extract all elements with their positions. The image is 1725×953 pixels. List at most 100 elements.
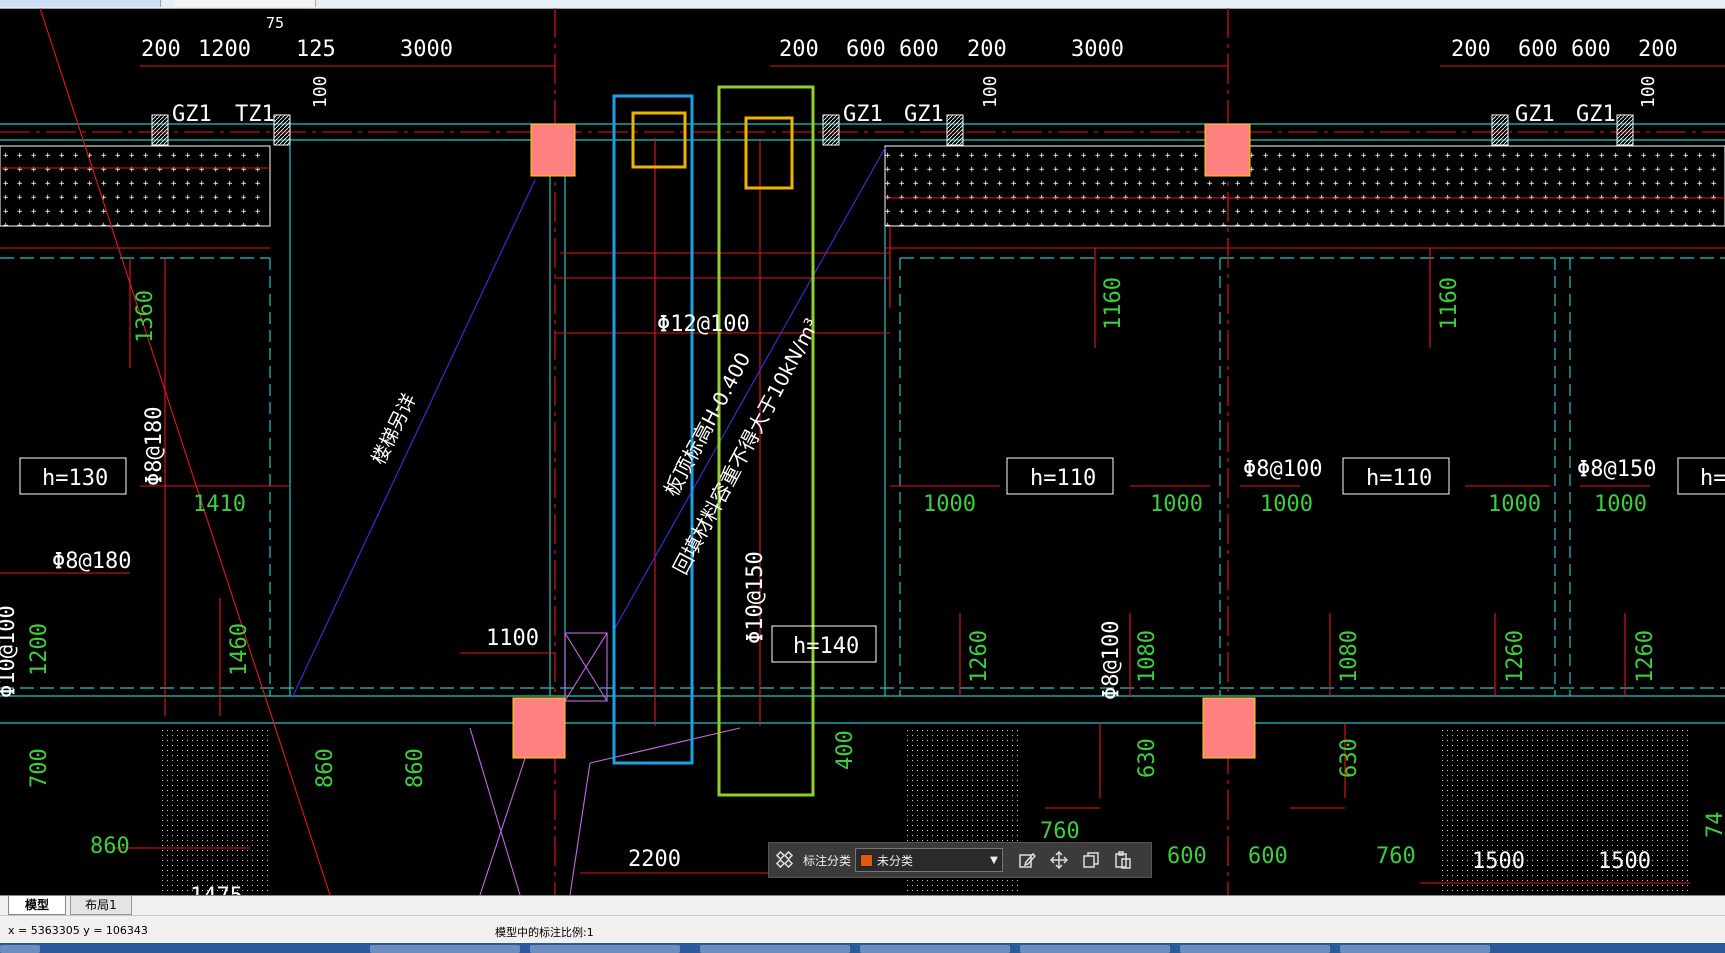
dim-1000-b: 1000 — [1150, 492, 1203, 517]
label-tz1: TZ1 — [235, 102, 275, 127]
purple-stair-lines — [291, 147, 886, 699]
dim-100-c: 100 — [1638, 75, 1659, 108]
grid-menu-icon[interactable] — [774, 849, 796, 871]
document-tab-1[interactable] — [0, 0, 161, 7]
rebar-8-180-a: Φ8@180 — [52, 549, 131, 574]
dim-760-a: 760 — [1040, 819, 1080, 844]
dim-860-c: 860 — [403, 748, 428, 788]
status-bar: x = 5363305 y = 106343 模型中的标注比例:1 — [0, 915, 1725, 944]
rebar-8-180-b: Φ8@180 — [142, 407, 167, 486]
dim-top-125: 125 — [296, 37, 336, 62]
dim-860-a: 860 — [90, 834, 130, 859]
taskbar-item-7[interactable] — [1340, 945, 1490, 953]
dim-100-a: 100 — [310, 75, 331, 108]
dim-1410: 1410 — [193, 492, 246, 517]
label-gz1-c: GZ1 — [904, 102, 944, 127]
dim-top-600-c: 600 — [1518, 37, 1558, 62]
dim-600-a: 600 — [1167, 844, 1207, 869]
dim-1000-a: 1000 — [923, 492, 976, 517]
dim-top-200-a: 200 — [141, 37, 181, 62]
dim-400: 400 — [833, 730, 858, 770]
paste-icon[interactable] — [1112, 849, 1134, 871]
annotation-toolbar: 标注分类 未分类 ▼ — [768, 842, 1152, 878]
layout-tabs-bar: 模型 布局1 — [0, 895, 1725, 916]
dim-top-3000-a: 3000 — [400, 37, 453, 62]
rebar-8-100-a: Φ8@100 — [1243, 457, 1322, 482]
taskbar-item-6[interactable] — [1180, 945, 1330, 953]
rebar-8-100-b: Φ8@100 — [1099, 621, 1124, 700]
highlight-boxes — [612, 85, 815, 797]
dim-600-b: 600 — [1248, 844, 1288, 869]
dim-100-b: 100 — [980, 75, 1001, 108]
dim-1200: 1200 — [27, 623, 52, 676]
label-gz1-d: GZ1 — [1515, 102, 1555, 127]
dim-860-b: 860 — [313, 748, 338, 788]
dim-1260-a: 1260 — [967, 630, 992, 683]
label-gz1-b: GZ1 — [843, 102, 883, 127]
cad-drawing-canvas[interactable]: + — [0, 8, 1725, 895]
thickness-h140: h=140 — [793, 634, 859, 659]
dim-top-3000-b: 3000 — [1071, 37, 1124, 62]
dim-top-200-d: 200 — [1451, 37, 1491, 62]
dim-1000-d: 1000 — [1488, 492, 1541, 517]
thickness-h110-a: h=110 — [1030, 466, 1096, 491]
dim-1160-b: 1160 — [1437, 277, 1462, 330]
dim-1000-c: 1000 — [1260, 492, 1313, 517]
document-tab-2[interactable] — [175, 0, 316, 7]
tab-layout1[interactable]: 布局1 — [70, 896, 132, 915]
magenta-stair-lines — [469, 632, 741, 895]
dim-700: 700 — [27, 748, 52, 788]
rebar-10-150: Φ10@150 — [743, 551, 768, 644]
label-gz1-a: GZ1 — [172, 102, 212, 127]
taskbar-item-4[interactable] — [860, 945, 1010, 953]
category-value: 未分类 — [877, 853, 914, 868]
thickness-h130: h=130 — [42, 466, 108, 491]
dim-top-600-d: 600 — [1571, 37, 1611, 62]
coordinate-readout: x = 5363305 y = 106343 — [8, 924, 148, 937]
dim-1460: 1460 — [227, 623, 252, 676]
dim-top-600-b: 600 — [899, 37, 939, 62]
annotation-scale-text: 模型中的标注比例:1 — [495, 926, 594, 939]
stair-note: 楼梯另详 — [368, 390, 421, 468]
thickness-label-boxes — [19, 457, 1725, 663]
dim-top-200-b: 200 — [779, 37, 819, 62]
dim-630-b: 630 — [1337, 738, 1362, 778]
dim-top-200-e: 200 — [1638, 37, 1678, 62]
category-color-swatch — [860, 853, 874, 867]
dim-1100: 1100 — [486, 626, 539, 651]
copy-icon[interactable] — [1080, 849, 1102, 871]
rebar-8-150: Φ8@150 — [1577, 457, 1656, 482]
edit-icon[interactable] — [1016, 849, 1038, 871]
dim-1260-b: 1260 — [1503, 630, 1528, 683]
dim-1260-c: 1260 — [1633, 630, 1658, 683]
category-label: 标注分类 — [803, 853, 852, 868]
dim-top-1200: 1200 — [198, 37, 251, 62]
rebar-main-label: Φ12@100 — [657, 312, 750, 337]
dim-top-200-c: 200 — [967, 37, 1007, 62]
dim-1000-e: 1000 — [1594, 492, 1647, 517]
dim-760-b: 760 — [1376, 844, 1416, 869]
taskbar-item-3[interactable] — [700, 945, 850, 953]
dim-1160-a: 1160 — [1101, 277, 1126, 330]
rebar-10-partial: Φ10@100 — [0, 605, 20, 698]
dim-630-a: 630 — [1135, 738, 1160, 778]
taskbar-item-1[interactable] — [370, 945, 520, 953]
tab-model[interactable]: 模型 — [8, 896, 66, 915]
dim-1080-b: 1080 — [1337, 630, 1362, 683]
thickness-h110-b: h=110 — [1366, 466, 1432, 491]
taskbar-item-2[interactable] — [530, 945, 680, 953]
os-taskbar — [0, 943, 1725, 953]
dim-2200: 2200 — [628, 847, 681, 872]
thickness-h-partial: h= — [1700, 466, 1725, 491]
move-icon[interactable] — [1048, 849, 1070, 871]
dim-74: 74 — [1703, 812, 1725, 839]
dim-top-75: 75 — [266, 14, 284, 32]
category-dropdown[interactable]: 未分类 ▼ — [855, 848, 1004, 872]
dim-top-600-a: 600 — [846, 37, 886, 62]
dim-1500-b: 1500 — [1598, 849, 1651, 874]
dim-1080-a: 1080 — [1135, 630, 1160, 683]
start-button[interactable] — [0, 945, 40, 953]
dim-1475: 1475 — [190, 884, 243, 895]
dim-1500-a: 1500 — [1472, 849, 1525, 874]
taskbar-item-5[interactable] — [1020, 945, 1170, 953]
